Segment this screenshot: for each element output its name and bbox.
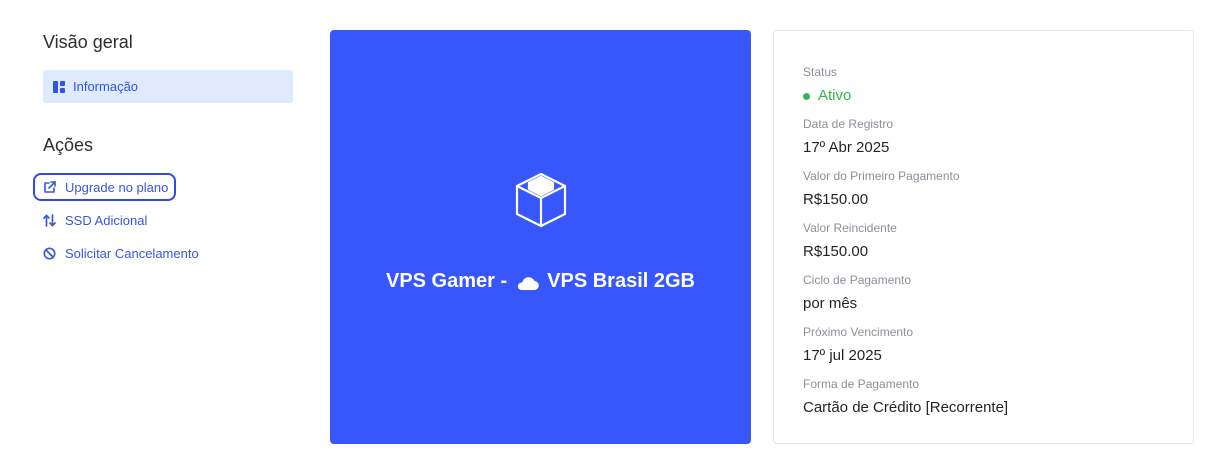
next-due-field: Próximo Vencimento 17º jul 2025 (803, 324, 1193, 367)
sidebar-item-information[interactable]: Informação (43, 70, 293, 103)
sidebar: Visão geral Informação Ações Upgrade no … (33, 30, 293, 272)
status-text: Ativo (818, 87, 852, 104)
additional-ssd-label: SSD Adicional (65, 212, 148, 228)
recurring-value: R$150.00 (803, 243, 869, 260)
cube-icon (513, 170, 569, 230)
request-cancellation-link[interactable]: Solicitar Cancelamento (35, 239, 207, 267)
sidebar-item-label: Informação (73, 79, 139, 94)
actions-list: Upgrade no plano SSD Adicional Solicitar… (33, 173, 293, 267)
dashboard-icon (53, 80, 65, 93)
payment-method-field: Forma de Pagamento Cartão de Crédito [Re… (803, 376, 1193, 419)
registration-value: 17º Abr 2025 (803, 139, 890, 156)
recurring-field: Valor Reincidente R$150.00 (803, 220, 1193, 263)
registration-field: Data de Registro 17º Abr 2025 (803, 116, 1193, 159)
request-cancellation-label: Solicitar Cancelamento (65, 245, 199, 261)
actions-heading: Ações (43, 135, 94, 155)
details-card: Status Ativo Data de Registro 17º Abr 20… (773, 30, 1194, 444)
overview-heading: Visão geral (43, 32, 133, 52)
status-field: Status Ativo (803, 64, 1193, 107)
product-card: VPS Gamer - VPS Brasil 2GB (330, 30, 751, 444)
product-title: VPS Gamer - VPS Brasil 2GB (386, 270, 695, 293)
additional-ssd-link[interactable]: SSD Adicional (35, 206, 155, 234)
status-label: Status (803, 65, 838, 79)
product-title-suffix: VPS Brasil 2GB (547, 270, 695, 292)
upgrade-plan-label: Upgrade no plano (65, 179, 169, 195)
next-due-value: 17º jul 2025 (803, 347, 882, 364)
external-link-icon (43, 180, 56, 194)
first-payment-value: R$150.00 (803, 191, 869, 208)
product-title-prefix: VPS Gamer - (385, 270, 508, 292)
billing-cycle-field: Ciclo de Pagamento por mês (803, 272, 1193, 315)
status-value: Ativo (803, 85, 1193, 107)
first-payment-field: Valor do Primeiro Pagamento R$150.00 (803, 168, 1193, 211)
swap-vertical-icon (43, 213, 56, 227)
payment-method-value: Cartão de Crédito [Recorrente] (803, 399, 1009, 416)
upgrade-plan-link[interactable]: Upgrade no plano (33, 173, 177, 201)
status-dot (803, 92, 810, 100)
registration-label: Data de Registro (803, 117, 894, 131)
recurring-label: Valor Reincidente (803, 221, 897, 235)
billing-cycle-value: por mês (803, 295, 858, 312)
billing-cycle-label: Ciclo de Pagamento (803, 273, 912, 287)
ban-icon (43, 246, 56, 260)
next-due-label: Próximo Vencimento (803, 325, 914, 339)
payment-method-label: Forma de Pagamento (803, 377, 920, 391)
first-payment-label: Valor do Primeiro Pagamento (803, 169, 960, 183)
cloud-icon (515, 274, 539, 290)
